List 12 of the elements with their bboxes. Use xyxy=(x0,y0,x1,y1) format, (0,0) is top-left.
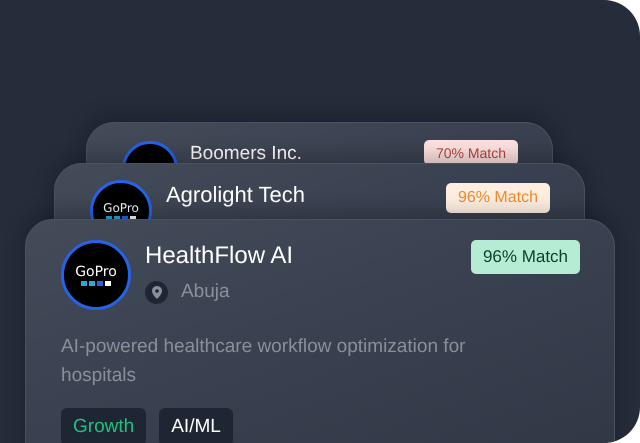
company-description: AI-powered healthcare workflow optimization for hospitals xyxy=(61,335,466,388)
tag: Growth xyxy=(61,408,146,443)
company-name: Agrolight Tech xyxy=(166,182,306,208)
match-badge: 96% Match xyxy=(470,240,580,274)
location-text: Abuja xyxy=(181,281,230,304)
match-badge: 96% Match xyxy=(446,183,550,213)
location-pin-icon xyxy=(145,280,168,304)
company-name: HealthFlow AI xyxy=(145,242,294,271)
tag: AI/ML xyxy=(159,408,233,443)
match-badge: 70% Match xyxy=(424,140,518,165)
company-name: Boomers Inc. xyxy=(190,143,303,166)
company-logo: GoPro xyxy=(61,240,131,310)
